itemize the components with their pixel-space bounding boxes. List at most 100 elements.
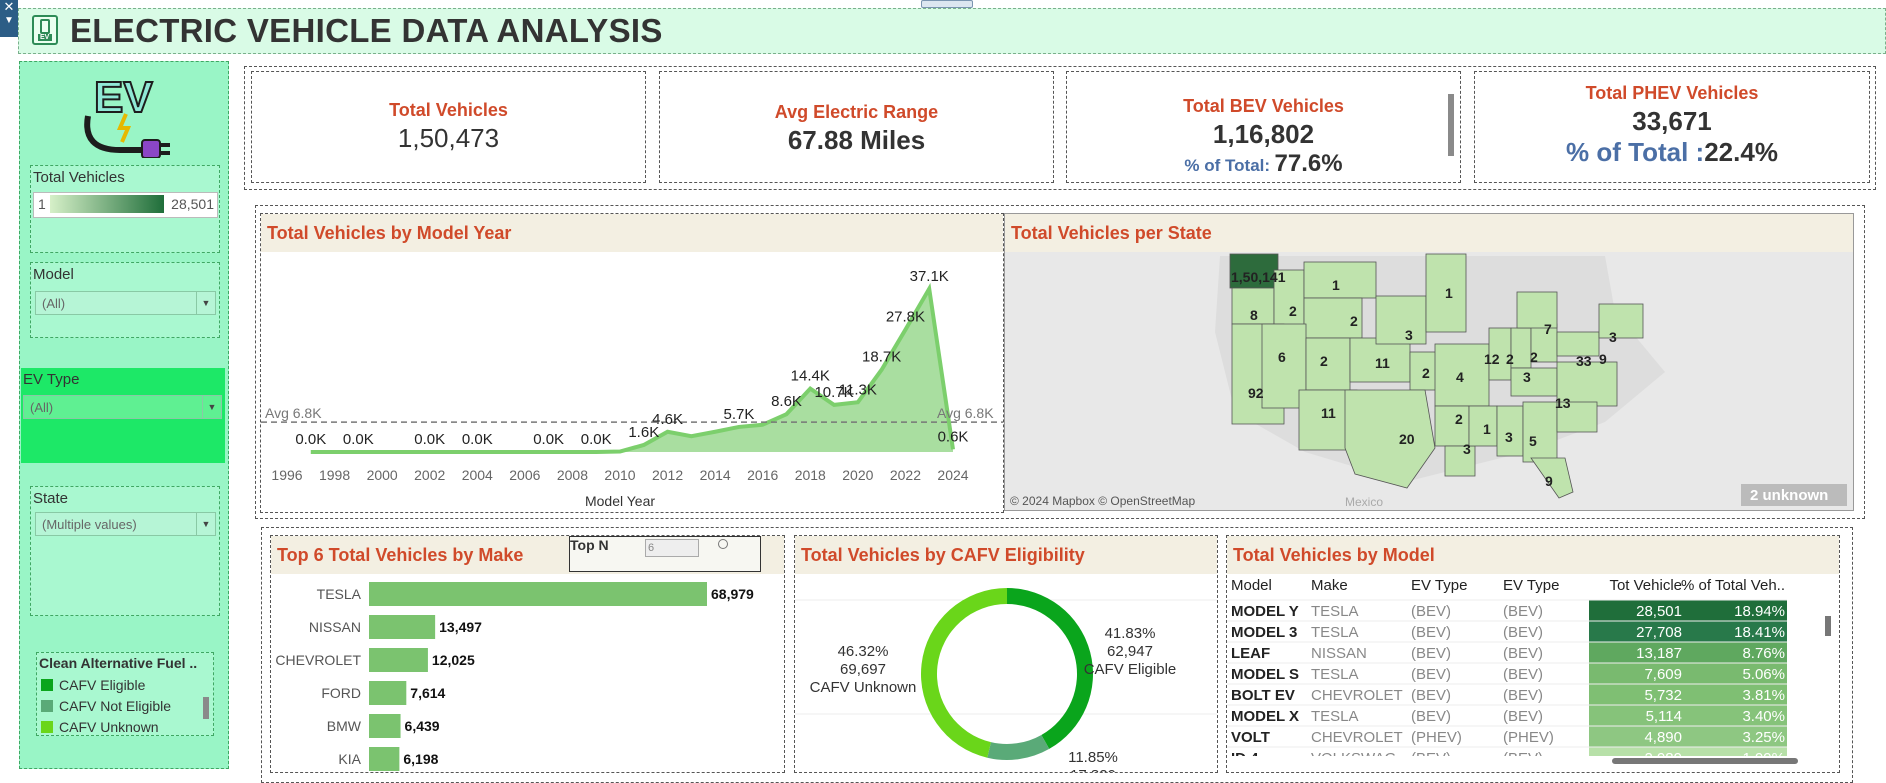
panel-title: Total Vehicles by CAFV Eligibility [795,536,1217,574]
table-cell: MODEL S [1231,666,1299,683]
state-value-label: 9 [1545,473,1553,489]
legend-item[interactable]: CAFV Eligible [41,677,145,693]
bar-value-label: 68,979 [711,586,754,602]
us-map[interactable]: Mexico 1,50,141 18 22136 2 112921120412 … [1005,252,1853,510]
state-value-label: 13 [1555,395,1571,411]
model-dropdown[interactable]: (All) ▼ [35,291,216,315]
data-label: 14.4K [791,368,830,385]
panel-title: Total Vehicles by Model Year [261,214,1003,252]
top-n-parameter[interactable]: Top N [569,536,761,572]
state-value-label: 3 [1523,369,1531,385]
bar[interactable] [369,648,428,672]
chevron-down-icon[interactable]: ▼ [0,14,18,28]
slice-label: CAFV Unknown [810,679,917,696]
map-unknown-badge[interactable]: 2 unknown [1750,487,1828,504]
column-header[interactable]: EV Type [1503,577,1559,594]
chevron-down-icon[interactable]: ▼ [196,292,215,314]
average-label-left: Avg 6.8K [265,405,322,421]
state-value-label: 2 [1506,351,1514,367]
slice-label: 41.83% [1105,625,1156,642]
bar[interactable] [369,714,401,738]
slice-label: 11.85% [1068,749,1118,766]
column-header[interactable]: EV Type [1411,577,1467,594]
drag-handle[interactable] [921,0,973,8]
top-n-label: Top N [570,537,609,553]
state-dropdown[interactable]: (Multiple values) ▼ [35,512,216,536]
bar[interactable] [369,582,707,606]
table-cell: 5,732 [1644,687,1682,704]
make-bar-chart: TESLA 68,979 NISSAN 13,497 CHEVROLET 12,025 FO… [275,582,754,771]
bar[interactable] [369,747,400,771]
kpi-total-vehicles: Total Vehicles 1,50,473 [251,71,646,183]
legend-title: Clean Alternative Fuel .. [39,655,198,671]
table-cell: TESLA [1311,666,1359,683]
column-header[interactable]: % of Total Veh.. [1681,577,1785,594]
legend-item[interactable]: CAFV Not Eligible [41,698,171,714]
table-cell: (BEV) [1411,687,1451,704]
legend-min: 1 [38,196,46,212]
table-cell: MODEL Y [1231,603,1299,620]
table-cell: (BEV) [1411,603,1451,620]
close-icon[interactable]: ✕ [0,0,18,14]
donut-slice[interactable] [987,734,1050,760]
state-value-label: 2 [1289,303,1297,319]
window-control[interactable]: ✕ ▼ [0,0,18,37]
bar-category-label: KIA [338,751,361,767]
table-cell: CHEVROLET [1311,687,1403,704]
donut-slice[interactable] [921,588,1007,758]
state-value-label: 3 [1505,429,1513,445]
bar[interactable] [369,681,407,705]
top-n-slider-thumb[interactable] [718,539,728,549]
legend-item[interactable]: CAFV Unknown [41,719,159,735]
legend-label: CAFV Eligible [59,677,146,693]
data-label: 0.0K [295,431,326,448]
kpi-pct-label: % of Total : [1566,137,1705,167]
x-axis-title: Model Year [585,493,655,509]
table-cell: (BEV) [1503,708,1543,725]
column-header[interactable]: Tot Vehicle [1609,577,1682,594]
state-value-label: 5 [1529,433,1537,449]
chevron-down-icon[interactable]: ▼ [202,396,221,418]
scrollbar-vertical[interactable] [1825,616,1831,636]
scrollbar-horizontal[interactable] [1612,758,1798,764]
x-tick-label: 2020 [842,467,873,483]
data-label: 4.6K [652,411,683,428]
bar-category-label: CHEVROLET [275,652,361,668]
scrollbar[interactable] [203,697,209,719]
kpi-title: Total PHEV Vehicles [1585,83,1759,103]
data-label: 0.0K [414,431,445,448]
donut-slice[interactable] [1007,588,1093,749]
table-cell: (BEV) [1503,687,1543,704]
legend-swatch [41,679,53,691]
chevron-down-icon[interactable]: ▼ [196,513,215,535]
state-value-label: 33 [1576,353,1592,369]
table-cell: MODEL 3 [1231,624,1297,641]
top-n-input[interactable] [645,539,699,557]
table-cell: LEAF [1231,645,1270,662]
table-cell: (PHEV) [1411,729,1462,746]
total-vehicles-filter: Total Vehicles 1 28,501 [30,165,220,253]
x-tick-label: 2024 [937,467,968,483]
state-value-label: 1 [1483,421,1491,437]
state-value-label: 8 [1250,307,1258,323]
table-cell: TESLA [1311,624,1359,641]
legend-label: CAFV Unknown [59,719,159,735]
x-tick-label: 2002 [414,467,445,483]
data-label: 18.7K [862,349,901,366]
state-value-label: 6 [1278,349,1286,365]
column-header[interactable]: Model [1231,577,1272,594]
ev-type-dropdown[interactable]: (All) ▼ [23,395,222,419]
x-tick-label: 2016 [747,467,778,483]
kpi-value: 1,50,473 [397,123,500,153]
data-label: 0.0K [533,431,564,448]
column-header[interactable]: Make [1311,577,1348,594]
model-filter-label: Model [33,266,74,283]
data-label: 11.3K [839,381,877,398]
data-label: 37.1K [910,268,949,285]
table-cell: 5.06% [1742,666,1785,683]
scrollbar[interactable] [1448,94,1454,156]
state-value-label: 92 [1248,385,1264,401]
slice-label: 17,829 [1070,767,1116,772]
bar[interactable] [369,615,436,639]
table-cell: ID.4 [1231,750,1259,756]
